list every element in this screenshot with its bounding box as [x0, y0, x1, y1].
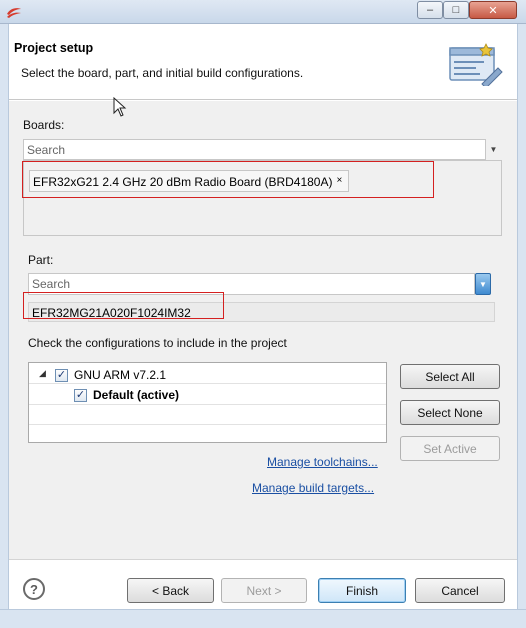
configurations-label: Check the configurations to include in t…: [28, 336, 287, 350]
set-active-button[interactable]: Set Active: [400, 436, 500, 461]
help-icon[interactable]: ?: [23, 578, 45, 600]
part-label: Part:: [28, 253, 54, 267]
close-button[interactable]: ✕: [469, 1, 517, 19]
boards-search-input[interactable]: Search: [23, 139, 486, 160]
maximize-button[interactable]: □: [443, 1, 469, 19]
finish-button[interactable]: Finish: [318, 578, 406, 603]
window-border-right: [517, 24, 526, 628]
next-button[interactable]: Next >: [221, 578, 307, 603]
page-title: Project setup: [14, 41, 94, 55]
footer-divider: [9, 559, 517, 560]
project-wizard-icon: [449, 43, 503, 86]
back-button[interactable]: < Back: [127, 578, 214, 603]
minimize-button[interactable]: –: [417, 1, 443, 19]
tree-row-divider: [29, 404, 386, 405]
configuration-checkbox[interactable]: ✓: [74, 389, 87, 402]
app-logo-icon: [7, 8, 21, 18]
window-border-left: [0, 24, 9, 610]
board-highlight-annotation: [22, 161, 434, 198]
tree-row-divider: [29, 383, 386, 384]
page-description: Select the board, part, and initial buil…: [21, 66, 304, 80]
select-all-button[interactable]: Select All: [400, 364, 500, 389]
cancel-button[interactable]: Cancel: [415, 578, 505, 603]
tree-row-divider: [29, 424, 386, 425]
window-border-bottom: [0, 609, 526, 628]
manage-build-targets-link[interactable]: Manage build targets...: [252, 481, 374, 495]
toolchain-label[interactable]: GNU ARM v7.2.1: [74, 368, 166, 382]
part-highlight-annotation: [23, 292, 224, 319]
tree-expand-icon[interactable]: ◢: [39, 368, 46, 379]
manage-toolchains-link[interactable]: Manage toolchains...: [267, 455, 378, 469]
boards-dropdown-button[interactable]: ▼: [486, 139, 501, 160]
toolchain-checkbox[interactable]: ✓: [55, 369, 68, 382]
configuration-label[interactable]: Default (active): [93, 388, 179, 402]
boards-label: Boards:: [23, 118, 65, 132]
part-dropdown-button[interactable]: ▼: [475, 273, 491, 295]
select-none-button[interactable]: Select None: [400, 400, 500, 425]
mouse-cursor-icon: [113, 97, 127, 117]
